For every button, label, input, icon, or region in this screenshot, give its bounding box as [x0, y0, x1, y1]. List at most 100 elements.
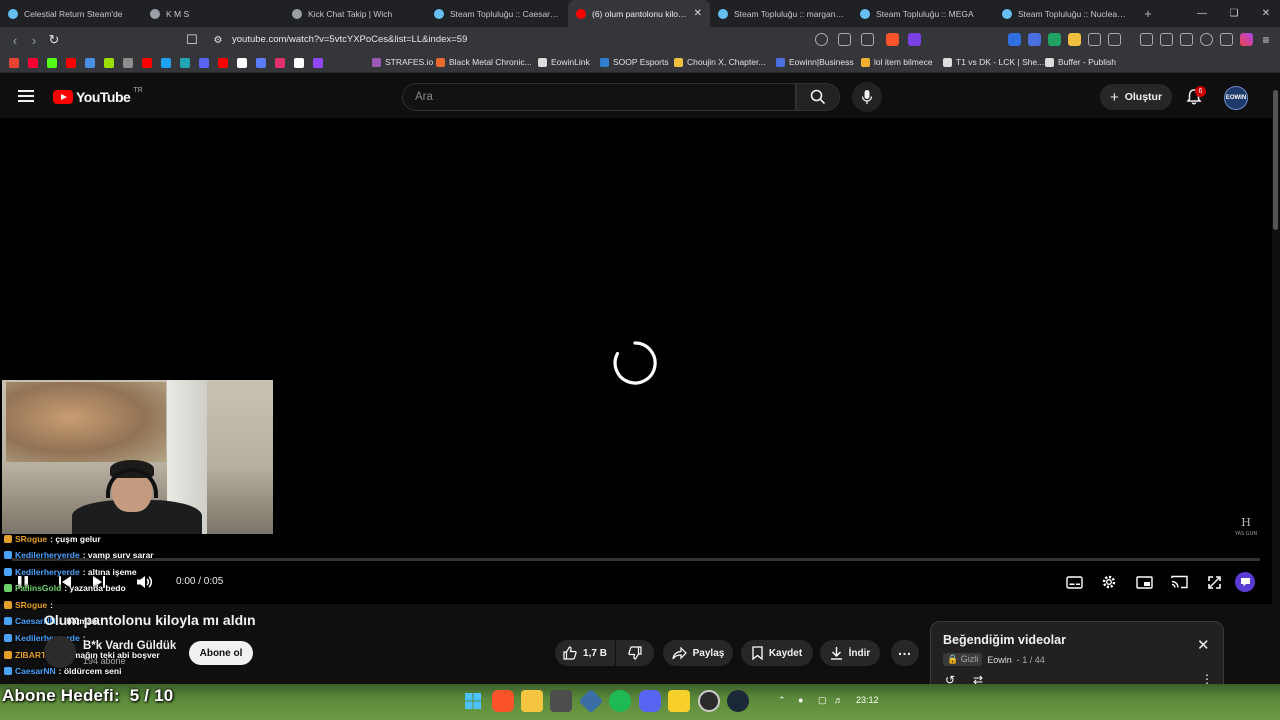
bookmark-item[interactable]: SOOP Esports: [600, 57, 669, 67]
share-page-icon[interactable]: [861, 33, 874, 46]
obs-icon[interactable]: [698, 690, 720, 712]
site-info-icon[interactable]: ⚙: [210, 32, 226, 48]
menu-icon[interactable]: ≡: [1258, 32, 1274, 48]
zoom-icon[interactable]: [815, 33, 828, 46]
twitch-chat-button[interactable]: [1235, 572, 1255, 592]
bookmark-item[interactable]: T1 vs DK - LCK | She...: [943, 57, 1044, 67]
bookmark-icon[interactable]: [47, 58, 57, 68]
browser-tab[interactable]: Steam Topluluğu :: CaesarNN: [426, 0, 568, 27]
speaker-icon[interactable]: ♬: [834, 695, 843, 705]
bookmark-icon[interactable]: [180, 58, 190, 68]
browser-tab[interactable]: K M S: [142, 0, 284, 27]
extension-icon[interactable]: [1028, 33, 1041, 46]
bookmark-page-icon[interactable]: ☐: [184, 32, 200, 48]
bookmark-icon[interactable]: [199, 58, 209, 68]
close-icon[interactable]: ✕: [1197, 636, 1210, 654]
bookmark-icon[interactable]: [123, 58, 133, 68]
sidebar-icon[interactable]: [1160, 33, 1173, 46]
volume-button[interactable]: [134, 572, 156, 592]
progress-bar[interactable]: [12, 558, 1260, 561]
sticky-notes-icon[interactable]: [668, 690, 690, 712]
brave-rewards-icon[interactable]: [908, 33, 921, 46]
voice-search-button[interactable]: [852, 82, 882, 112]
bookmark-icon[interactable]: [237, 58, 247, 68]
bookmark-item[interactable]: lol item bilmece: [861, 57, 933, 67]
bookmark-item[interactable]: Eowinn|Business: [776, 57, 854, 67]
bookmark-icon[interactable]: [161, 58, 171, 68]
save-button[interactable]: Kaydet: [741, 640, 813, 666]
dislike-button[interactable]: [616, 640, 654, 666]
back-icon[interactable]: ‹: [7, 32, 23, 48]
bookmark-icon[interactable]: [28, 58, 38, 68]
bookmark-icon[interactable]: [85, 58, 95, 68]
bookmark-icon[interactable]: [66, 58, 76, 68]
network-icon[interactable]: ▢: [818, 695, 827, 706]
minimize-icon[interactable]: —: [1186, 0, 1218, 27]
maximize-icon[interactable]: ❑: [1218, 0, 1250, 27]
account-avatar[interactable]: EOWIN: [1224, 86, 1248, 110]
file-explorer-icon[interactable]: [521, 690, 543, 712]
share-button[interactable]: Paylaş: [663, 640, 733, 666]
bookmark-item[interactable]: Choujin X, Chapter...: [674, 57, 765, 67]
brave-browser-icon[interactable]: [492, 690, 514, 712]
extension-icon[interactable]: [1008, 33, 1021, 46]
bookmark-item[interactable]: Black Metal Chronic...: [436, 57, 532, 67]
extensions-puzzle-icon[interactable]: [1088, 33, 1101, 46]
bookmark-icon[interactable]: [313, 58, 323, 68]
browser-tab[interactable]: (6) olum pantolonu kiloyla ✕: [568, 0, 710, 27]
browser-tab[interactable]: Steam Topluluğu :: MEGA: [852, 0, 994, 27]
hamburger-menu-icon[interactable]: [18, 90, 34, 102]
wallet-icon[interactable]: [1180, 33, 1193, 46]
close-tab-icon[interactable]: ✕: [694, 8, 702, 19]
microphone-tray-icon[interactable]: ●: [798, 695, 803, 705]
tool-icon[interactable]: [550, 690, 572, 712]
bookmark-icon[interactable]: [104, 58, 114, 68]
bookmark-item[interactable]: EowinLink: [538, 57, 590, 67]
create-button[interactable]: + Oluştur: [1100, 84, 1172, 110]
search-button[interactable]: [796, 83, 840, 111]
more-actions-button[interactable]: …: [891, 640, 919, 666]
bookmark-icon[interactable]: [275, 58, 285, 68]
fullscreen-button[interactable]: [1204, 572, 1224, 592]
subtitles-button[interactable]: [1064, 572, 1084, 592]
new-tab-button[interactable]: +: [1136, 0, 1160, 27]
tray-expand-icon[interactable]: ⌃: [778, 695, 786, 706]
extension-icon[interactable]: [1068, 33, 1081, 46]
vpn-icon[interactable]: [1220, 33, 1233, 46]
subscribe-button[interactable]: Abone ol: [189, 641, 253, 665]
bookmark-item[interactable]: STRAFES.io: [372, 57, 433, 67]
miniplayer-button[interactable]: [1134, 572, 1154, 592]
search-input[interactable]: Ara: [402, 83, 796, 111]
like-button[interactable]: 1,7 B: [555, 640, 615, 666]
windows-start-icon[interactable]: [462, 690, 484, 712]
profile-icon[interactable]: [1240, 33, 1253, 46]
reload-icon[interactable]: ↻: [46, 32, 62, 48]
playlist-owner[interactable]: Eowin: [987, 655, 1012, 665]
spotify-icon[interactable]: [609, 690, 631, 712]
channel-avatar[interactable]: [44, 636, 76, 668]
youtube-logo[interactable]: YouTube TR: [53, 87, 143, 105]
steam-icon[interactable]: [727, 690, 749, 712]
bookmark-icon[interactable]: [256, 58, 266, 68]
leo-ai-icon[interactable]: [1200, 33, 1213, 46]
bookmark-item[interactable]: Buffer - Publish: [1045, 57, 1116, 67]
playlist-title[interactable]: Beğendiğim videolar: [943, 633, 1066, 647]
scrollbar-thumb[interactable]: [1273, 90, 1278, 230]
browser-tab[interactable]: Kick Chat Takip | Wich: [284, 0, 426, 27]
channel-name[interactable]: B*k Vardı Güldük: [83, 640, 176, 652]
address-bar-url[interactable]: youtube.com/watch?v=5vtcYXPoCes&list=LL&…: [232, 34, 467, 45]
browser-tab[interactable]: Steam Topluluğu :: Nuclear Vor: [994, 0, 1136, 27]
screenshot-icon[interactable]: [838, 33, 851, 46]
close-window-icon[interactable]: ✕: [1250, 0, 1280, 27]
brave-shields-icon[interactable]: [886, 33, 899, 46]
settings-button[interactable]: [1099, 572, 1119, 592]
extension-icon[interactable]: [1048, 33, 1061, 46]
bookmark-icon[interactable]: [294, 58, 304, 68]
cast-button[interactable]: [1169, 572, 1189, 592]
forward-icon[interactable]: ›: [26, 32, 42, 48]
extension-icon[interactable]: [1108, 33, 1121, 46]
browser-tab[interactable]: Celestial Return Steam'de: [0, 0, 142, 27]
browser-tab[interactable]: Steam Topluluğu :: marganajer: [710, 0, 852, 27]
bookmark-icon[interactable]: [142, 58, 152, 68]
download-button[interactable]: İndir: [820, 640, 880, 666]
